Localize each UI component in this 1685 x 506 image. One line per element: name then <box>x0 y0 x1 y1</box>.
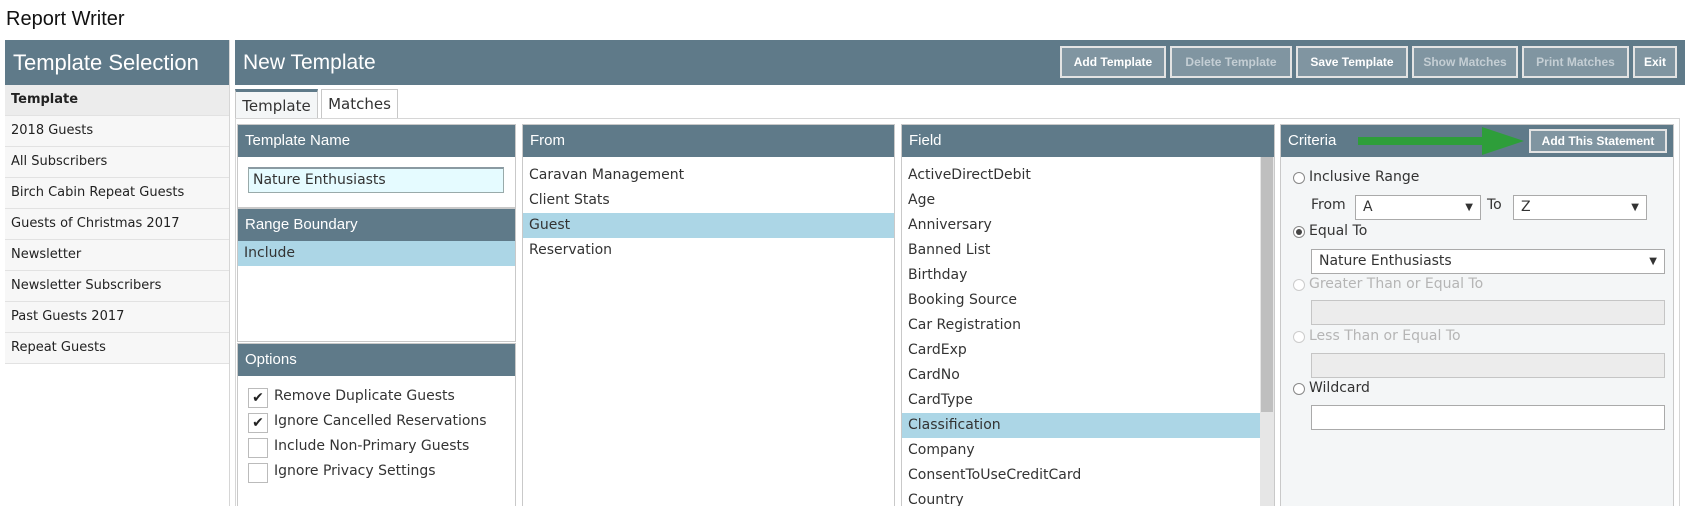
show-matches-button[interactable]: Show Matches <box>1412 46 1518 78</box>
sidebar-item-past-guests-2017[interactable]: Past Guests 2017 <box>5 302 229 333</box>
template-header-bar: New Template Add Template Delete Templat… <box>235 40 1685 85</box>
tab-template[interactable]: Template <box>235 89 318 119</box>
options-panel: Options ✔ Remove Duplicate Guests ✔ Igno… <box>237 343 516 506</box>
equal-to-radio[interactable] <box>1293 226 1305 238</box>
template-selection-sidebar: Template Selection Template 2018 Guests … <box>5 40 230 506</box>
from-item-guest[interactable]: Guest <box>523 213 894 238</box>
range-boundary-panel: Range Boundary Include <box>237 208 516 342</box>
field-item-age[interactable]: Age <box>902 188 1260 213</box>
exit-button[interactable]: Exit <box>1633 46 1677 78</box>
field-item-banned-list[interactable]: Banned List <box>902 238 1260 263</box>
template-name-panel: Template Name Nature Enthusiasts <box>237 124 516 208</box>
field-item-classification[interactable]: Classification <box>902 413 1260 438</box>
page-title: New Template <box>243 51 376 74</box>
wildcard-label: Wildcard <box>1309 380 1370 396</box>
equal-to-select[interactable]: Nature Enthusiasts ▼ <box>1311 249 1665 274</box>
less-than-label: Less Than or Equal To <box>1309 328 1461 344</box>
field-panel: Field ActiveDirectDebit Age Anniversary … <box>901 124 1275 506</box>
field-item-birthday[interactable]: Birthday <box>902 263 1260 288</box>
sidebar-item-birch-cabin-repeat-guests[interactable]: Birch Cabin Repeat Guests <box>5 178 229 209</box>
delete-template-button[interactable]: Delete Template <box>1170 46 1292 78</box>
add-this-statement-button[interactable]: Add This Statement <box>1529 129 1667 153</box>
from-item-reservation[interactable]: Reservation <box>523 238 894 263</box>
range-from-value: A <box>1363 199 1373 215</box>
sidebar-header: Template Selection <box>5 40 229 85</box>
greater-than-radio[interactable] <box>1293 279 1305 291</box>
sidebar-item-2018-guests[interactable]: 2018 Guests <box>5 116 229 147</box>
equal-to-value: Nature Enthusiasts <box>1319 253 1452 269</box>
from-panel: From Caravan Management Client Stats Gue… <box>522 124 895 506</box>
green-arrow-icon <box>1358 127 1524 155</box>
field-item-country[interactable]: Country <box>902 488 1260 506</box>
field-item-cardtype[interactable]: CardType <box>902 388 1260 413</box>
template-name-header: Template Name <box>238 125 515 157</box>
options-header: Options <box>238 344 515 376</box>
field-item-anniversary[interactable]: Anniversary <box>902 213 1260 238</box>
field-item-cardexp[interactable]: CardExp <box>902 338 1260 363</box>
equal-to-label: Equal To <box>1309 223 1368 239</box>
chevron-down-icon: ▼ <box>1631 202 1639 213</box>
inclusive-range-label: Inclusive Range <box>1309 169 1420 185</box>
sidebar-item-repeat-guests[interactable]: Repeat Guests <box>5 333 229 364</box>
wildcard-radio[interactable] <box>1293 383 1305 395</box>
ignore-privacy-settings-checkbox[interactable] <box>248 463 268 483</box>
field-header: Field <box>902 125 1274 157</box>
sidebar-column-header: Template <box>5 85 229 116</box>
to-label: To <box>1487 197 1502 213</box>
save-template-button[interactable]: Save Template <box>1296 46 1408 78</box>
app-title: Report Writer <box>6 8 125 30</box>
sidebar-item-all-subscribers[interactable]: All Subscribers <box>5 147 229 178</box>
include-non-primary-guests-label: Include Non-Primary Guests <box>274 438 470 454</box>
sidebar-item-guests-of-christmas-2017[interactable]: Guests of Christmas 2017 <box>5 209 229 240</box>
from-header: From <box>523 125 894 157</box>
ignore-privacy-settings-label: Ignore Privacy Settings <box>274 463 436 479</box>
remove-duplicate-guests-label: Remove Duplicate Guests <box>274 388 455 404</box>
field-item-car-registration[interactable]: Car Registration <box>902 313 1260 338</box>
less-than-input[interactable] <box>1311 353 1665 378</box>
print-matches-button[interactable]: Print Matches <box>1522 46 1629 78</box>
range-boundary-include[interactable]: Include <box>238 241 515 266</box>
chevron-down-icon: ▼ <box>1465 202 1473 213</box>
add-template-button[interactable]: Add Template <box>1060 46 1166 78</box>
from-item-client-stats[interactable]: Client Stats <box>523 188 894 213</box>
less-than-radio[interactable] <box>1293 331 1305 343</box>
field-scrollbar-thumb[interactable] <box>1261 157 1273 412</box>
field-item-booking-source[interactable]: Booking Source <box>902 288 1260 313</box>
include-non-primary-guests-checkbox[interactable] <box>248 438 268 458</box>
sidebar-item-newsletter-subscribers[interactable]: Newsletter Subscribers <box>5 271 229 302</box>
remove-duplicate-guests-checkbox[interactable]: ✔ <box>248 388 268 408</box>
from-label: From <box>1311 197 1346 213</box>
ignore-cancelled-reservations-checkbox[interactable]: ✔ <box>248 413 268 433</box>
range-boundary-header: Range Boundary <box>238 209 515 241</box>
criteria-panel: Criteria Add This Statement Inclusive Ra… <box>1280 124 1674 506</box>
field-item-activedirectdebit[interactable]: ActiveDirectDebit <box>902 163 1260 188</box>
field-item-consenttousecreditcard[interactable]: ConsentToUseCreditCard <box>902 463 1260 488</box>
chevron-down-icon: ▼ <box>1649 256 1657 267</box>
from-item-caravan-management[interactable]: Caravan Management <box>523 163 894 188</box>
range-to-select[interactable]: Z ▼ <box>1513 195 1647 220</box>
sidebar-item-newsletter[interactable]: Newsletter <box>5 240 229 271</box>
range-from-select[interactable]: A ▼ <box>1355 195 1481 220</box>
inclusive-range-radio[interactable] <box>1293 172 1305 184</box>
field-scrollbar[interactable] <box>1260 157 1274 506</box>
greater-than-label: Greater Than or Equal To <box>1309 276 1484 292</box>
range-to-value: Z <box>1521 199 1531 215</box>
field-item-cardno[interactable]: CardNo <box>902 363 1260 388</box>
greater-than-input[interactable] <box>1311 300 1665 325</box>
template-name-input[interactable]: Nature Enthusiasts <box>248 167 504 193</box>
tab-matches[interactable]: Matches <box>321 89 398 119</box>
field-item-company[interactable]: Company <box>902 438 1260 463</box>
wildcard-input[interactable] <box>1311 405 1665 430</box>
ignore-cancelled-reservations-label: Ignore Cancelled Reservations <box>274 413 487 429</box>
